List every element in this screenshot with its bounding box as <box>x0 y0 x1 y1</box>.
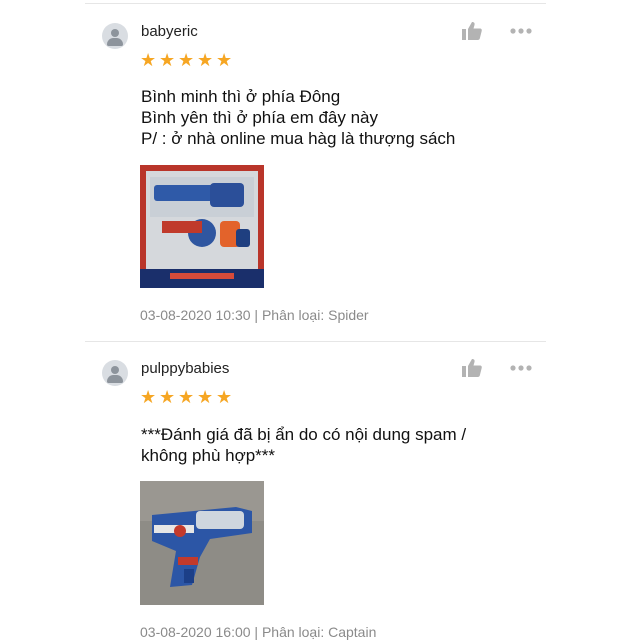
more-options-icon[interactable] <box>509 27 533 35</box>
toy-blaster-box-photo[interactable] <box>140 165 264 288</box>
review-text: ***Đánh giá đã bị ẩn do có nội dung spam… <box>141 425 467 465</box>
star-icon: ★ <box>140 387 157 407</box>
star-rating: ★ ★ ★ ★ ★ <box>140 50 233 72</box>
thumbs-up-icon[interactable] <box>461 358 483 378</box>
star-icon: ★ <box>140 50 157 70</box>
star-icon: ★ <box>197 50 214 70</box>
review-meta: 03-08-2020 16:00 | Phân loại: Captain <box>140 624 377 640</box>
star-icon: ★ <box>197 387 214 407</box>
user-avatar-icon[interactable] <box>102 360 128 386</box>
star-icon: ★ <box>159 387 176 407</box>
user-avatar-icon[interactable] <box>102 23 128 49</box>
review-text: Bình minh thì ở phía Đông Bình yên thì ở… <box>141 87 456 148</box>
star-icon: ★ <box>178 50 195 70</box>
star-icon: ★ <box>178 387 195 407</box>
divider <box>85 3 546 4</box>
star-icon: ★ <box>216 50 233 70</box>
review-list: babyeric ★ ★ ★ ★ ★ Bình minh thì ở phía … <box>85 0 546 640</box>
username[interactable]: babyeric <box>141 23 198 40</box>
toy-blaster-gun-photo[interactable] <box>140 481 264 605</box>
more-options-icon[interactable] <box>509 364 533 372</box>
star-icon: ★ <box>159 50 176 70</box>
thumbs-up-icon[interactable] <box>461 21 483 41</box>
divider <box>85 341 546 342</box>
username[interactable]: pulppybabies <box>141 360 229 377</box>
star-rating: ★ ★ ★ ★ ★ <box>140 387 233 409</box>
star-icon: ★ <box>216 387 233 407</box>
review-meta: 03-08-2020 10:30 | Phân loại: Spider <box>140 307 369 323</box>
